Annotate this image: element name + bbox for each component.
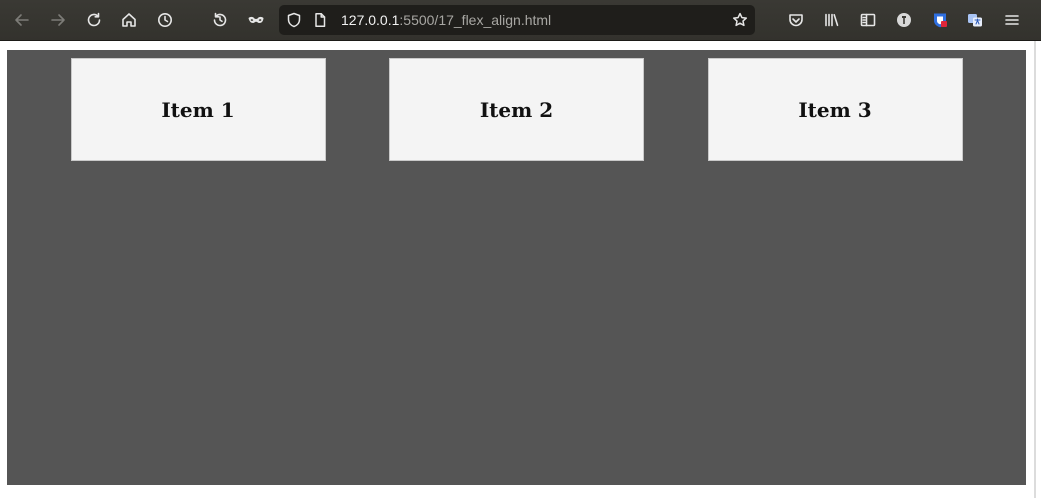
back-arrow-icon[interactable] [10, 8, 34, 32]
flex-item-2: Item 2 [389, 58, 644, 161]
pocket-icon[interactable] [784, 8, 808, 32]
library-icon[interactable] [820, 8, 844, 32]
flex-item-1: Item 1 [70, 58, 326, 161]
flex-container: Item 1 Item 2 Item 3 [7, 50, 1026, 485]
clock-icon[interactable] [153, 8, 177, 32]
reload-icon[interactable] [82, 8, 106, 32]
page-icon[interactable] [311, 11, 329, 29]
star-icon[interactable] [731, 11, 749, 29]
hamburger-menu-icon[interactable] [1000, 8, 1024, 32]
url-host: 127.0.0.1 [341, 12, 400, 28]
tracking-shield-icon[interactable] [285, 11, 303, 29]
scrollbar-divider [1034, 41, 1036, 498]
page-viewport: Item 1 Item 2 Item 3 [0, 41, 1041, 498]
mask-icon[interactable] [244, 8, 268, 32]
address-bar[interactable]: 127.0.0.1:5500/17_flex_align.html [279, 5, 755, 35]
forward-arrow-icon[interactable] [46, 8, 70, 32]
extension-icon[interactable] [963, 8, 987, 32]
extension-icon[interactable] [892, 8, 916, 32]
extension-icon[interactable] [928, 8, 952, 32]
history-restore-icon[interactable] [208, 8, 232, 32]
sidebar-icon[interactable] [856, 8, 880, 32]
browser-toolbar: 127.0.0.1:5500/17_flex_align.html [0, 0, 1041, 41]
flex-item-3: Item 3 [707, 58, 963, 161]
home-icon[interactable] [117, 8, 141, 32]
url-text[interactable]: 127.0.0.1:5500/17_flex_align.html [341, 12, 551, 28]
url-path: :5500/17_flex_align.html [399, 12, 552, 28]
